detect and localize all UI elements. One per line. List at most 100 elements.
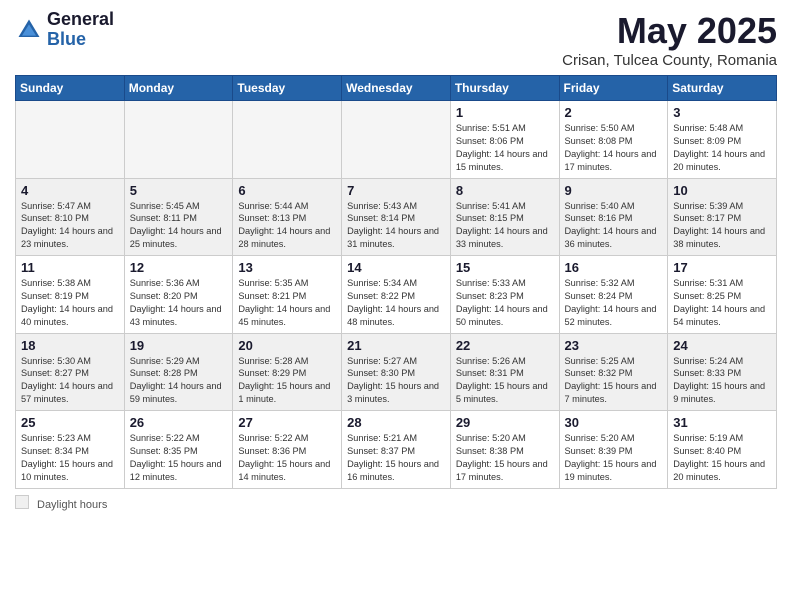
calendar-cell: 9Sunrise: 5:40 AM Sunset: 8:16 PM Daylig… bbox=[559, 178, 668, 256]
day-info: Sunrise: 5:47 AM Sunset: 8:10 PM Dayligh… bbox=[21, 200, 119, 252]
calendar-cell: 12 Sunrise: 5:36 AM Sunset: 8:20 PM Dayli… bbox=[124, 256, 233, 334]
day-info: Sunrise: 5:28 AM Sunset: 8:29 PM Dayligh… bbox=[238, 355, 336, 407]
day-number: 19 bbox=[130, 338, 228, 353]
day-number: 2 bbox=[565, 105, 663, 120]
day-info: Sunrise: 5:26 AM Sunset: 8:31 PM Dayligh… bbox=[456, 355, 554, 407]
day-info: Sunrise: 5:45 AM Sunset: 8:11 PM Dayligh… bbox=[130, 200, 228, 252]
day-number: 22 bbox=[456, 338, 554, 353]
page: General Blue May 2025 Crisan, Tulcea Cou… bbox=[0, 0, 792, 521]
day-number: 14 bbox=[347, 260, 445, 275]
calendar-cell bbox=[233, 101, 342, 179]
day-number: 25 bbox=[21, 415, 119, 430]
calendar-cell: 29 Sunrise: 5:20 AM Sunset: 8:38 PM Dayli… bbox=[450, 411, 559, 489]
calendar-cell: 25Sunrise: 5:23 AM Sunset: 8:34 PM Dayli… bbox=[16, 411, 125, 489]
calendar-cell: 22 Sunrise: 5:26 AM Sunset: 8:31 PM Dayli… bbox=[450, 333, 559, 411]
calendar-body: 1 Sunrise: 5:51 AM Sunset: 8:06 PM Daylig… bbox=[16, 101, 777, 489]
day-number: 12 bbox=[130, 260, 228, 275]
daylight-label: Daylight hours bbox=[37, 499, 107, 511]
day-info: Sunrise: 5:20 AM Sunset: 8:39 PM Dayligh… bbox=[565, 432, 663, 484]
day-number: 7 bbox=[347, 183, 445, 198]
day-number: 21 bbox=[347, 338, 445, 353]
calendar-cell bbox=[16, 101, 125, 179]
calendar-cell: 2Sunrise: 5:50 AM Sunset: 8:08 PM Daylig… bbox=[559, 101, 668, 179]
day-number: 1 bbox=[456, 105, 554, 120]
calendar-table: Sunday Monday Tuesday Wednesday Thursday… bbox=[15, 75, 777, 489]
day-number: 13 bbox=[238, 260, 336, 275]
col-sunday: Sunday bbox=[16, 76, 125, 101]
calendar-cell: 7 Sunrise: 5:43 AM Sunset: 8:14 PM Daylig… bbox=[342, 178, 451, 256]
col-monday: Monday bbox=[124, 76, 233, 101]
day-info: Sunrise: 5:35 AM Sunset: 8:21 PM Dayligh… bbox=[238, 277, 336, 329]
day-info: Sunrise: 5:25 AM Sunset: 8:32 PM Dayligh… bbox=[565, 355, 663, 407]
day-info: Sunrise: 5:40 AM Sunset: 8:16 PM Dayligh… bbox=[565, 200, 663, 252]
day-info: Sunrise: 5:31 AM Sunset: 8:25 PM Dayligh… bbox=[673, 277, 771, 329]
calendar-cell: 8 Sunrise: 5:41 AM Sunset: 8:15 PM Daylig… bbox=[450, 178, 559, 256]
calendar-week-2: 4 Sunrise: 5:47 AM Sunset: 8:10 PM Daylig… bbox=[16, 178, 777, 256]
day-number: 3 bbox=[673, 105, 771, 120]
calendar-cell: 4 Sunrise: 5:47 AM Sunset: 8:10 PM Daylig… bbox=[16, 178, 125, 256]
calendar-cell: 23 Sunrise: 5:25 AM Sunset: 8:32 PM Dayli… bbox=[559, 333, 668, 411]
day-number: 18 bbox=[21, 338, 119, 353]
day-number: 5 bbox=[130, 183, 228, 198]
calendar-cell: 19Sunrise: 5:29 AM Sunset: 8:28 PM Dayli… bbox=[124, 333, 233, 411]
day-number: 15 bbox=[456, 260, 554, 275]
day-number: 31 bbox=[673, 415, 771, 430]
day-info: Sunrise: 5:48 AM Sunset: 8:09 PM Dayligh… bbox=[673, 122, 771, 174]
calendar-cell: 28 Sunrise: 5:21 AM Sunset: 8:37 PM Dayli… bbox=[342, 411, 451, 489]
calendar-cell: 26 Sunrise: 5:22 AM Sunset: 8:35 PM Dayli… bbox=[124, 411, 233, 489]
logo-blue: Blue bbox=[47, 30, 114, 50]
day-info: Sunrise: 5:44 AM Sunset: 8:13 PM Dayligh… bbox=[238, 200, 336, 252]
day-info: Sunrise: 5:21 AM Sunset: 8:37 PM Dayligh… bbox=[347, 432, 445, 484]
day-number: 29 bbox=[456, 415, 554, 430]
calendar-cell bbox=[342, 101, 451, 179]
calendar-header: Sunday Monday Tuesday Wednesday Thursday… bbox=[16, 76, 777, 101]
calendar-cell: 5 Sunrise: 5:45 AM Sunset: 8:11 PM Daylig… bbox=[124, 178, 233, 256]
day-info: Sunrise: 5:20 AM Sunset: 8:38 PM Dayligh… bbox=[456, 432, 554, 484]
calendar-cell: 20 Sunrise: 5:28 AM Sunset: 8:29 PM Dayli… bbox=[233, 333, 342, 411]
subtitle: Crisan, Tulcea County, Romania bbox=[562, 52, 777, 69]
logo-text: General Blue bbox=[47, 10, 114, 50]
calendar-cell: 3 Sunrise: 5:48 AM Sunset: 8:09 PM Daylig… bbox=[668, 101, 777, 179]
day-info: Sunrise: 5:32 AM Sunset: 8:24 PM Dayligh… bbox=[565, 277, 663, 329]
logo: General Blue bbox=[15, 10, 114, 50]
calendar-cell: 21 Sunrise: 5:27 AM Sunset: 8:30 PM Dayli… bbox=[342, 333, 451, 411]
day-info: Sunrise: 5:22 AM Sunset: 8:36 PM Dayligh… bbox=[238, 432, 336, 484]
calendar-week-4: 18 Sunrise: 5:30 AM Sunset: 8:27 PM Dayli… bbox=[16, 333, 777, 411]
day-info: Sunrise: 5:36 AM Sunset: 8:20 PM Dayligh… bbox=[130, 277, 228, 329]
day-number: 20 bbox=[238, 338, 336, 353]
day-info: Sunrise: 5:43 AM Sunset: 8:14 PM Dayligh… bbox=[347, 200, 445, 252]
calendar-cell bbox=[124, 101, 233, 179]
calendar-cell: 27Sunrise: 5:22 AM Sunset: 8:36 PM Dayli… bbox=[233, 411, 342, 489]
calendar-cell: 30Sunrise: 5:20 AM Sunset: 8:39 PM Dayli… bbox=[559, 411, 668, 489]
col-friday: Friday bbox=[559, 76, 668, 101]
day-info: Sunrise: 5:30 AM Sunset: 8:27 PM Dayligh… bbox=[21, 355, 119, 407]
day-info: Sunrise: 5:39 AM Sunset: 8:17 PM Dayligh… bbox=[673, 200, 771, 252]
day-number: 23 bbox=[565, 338, 663, 353]
day-number: 4 bbox=[21, 183, 119, 198]
day-number: 26 bbox=[130, 415, 228, 430]
daylight-box bbox=[15, 495, 29, 509]
day-number: 28 bbox=[347, 415, 445, 430]
day-info: Sunrise: 5:34 AM Sunset: 8:22 PM Dayligh… bbox=[347, 277, 445, 329]
day-info: Sunrise: 5:22 AM Sunset: 8:35 PM Dayligh… bbox=[130, 432, 228, 484]
footer: Daylight hours bbox=[15, 493, 777, 511]
day-info: Sunrise: 5:27 AM Sunset: 8:30 PM Dayligh… bbox=[347, 355, 445, 407]
calendar-week-3: 11Sunrise: 5:38 AM Sunset: 8:19 PM Dayli… bbox=[16, 256, 777, 334]
title-area: May 2025 Crisan, Tulcea County, Romania bbox=[562, 10, 777, 69]
calendar-week-1: 1 Sunrise: 5:51 AM Sunset: 8:06 PM Daylig… bbox=[16, 101, 777, 179]
day-info: Sunrise: 5:41 AM Sunset: 8:15 PM Dayligh… bbox=[456, 200, 554, 252]
day-number: 8 bbox=[456, 183, 554, 198]
calendar-cell: 13 Sunrise: 5:35 AM Sunset: 8:21 PM Dayli… bbox=[233, 256, 342, 334]
day-number: 10 bbox=[673, 183, 771, 198]
calendar-week-5: 25Sunrise: 5:23 AM Sunset: 8:34 PM Dayli… bbox=[16, 411, 777, 489]
day-info: Sunrise: 5:24 AM Sunset: 8:33 PM Dayligh… bbox=[673, 355, 771, 407]
calendar-cell: 10 Sunrise: 5:39 AM Sunset: 8:17 PM Dayli… bbox=[668, 178, 777, 256]
day-number: 16 bbox=[565, 260, 663, 275]
calendar-cell: 15Sunrise: 5:33 AM Sunset: 8:23 PM Dayli… bbox=[450, 256, 559, 334]
day-info: Sunrise: 5:51 AM Sunset: 8:06 PM Dayligh… bbox=[456, 122, 554, 174]
header: General Blue May 2025 Crisan, Tulcea Cou… bbox=[15, 10, 777, 69]
weekday-row: Sunday Monday Tuesday Wednesday Thursday… bbox=[16, 76, 777, 101]
logo-icon bbox=[15, 16, 43, 44]
day-number: 24 bbox=[673, 338, 771, 353]
col-saturday: Saturday bbox=[668, 76, 777, 101]
